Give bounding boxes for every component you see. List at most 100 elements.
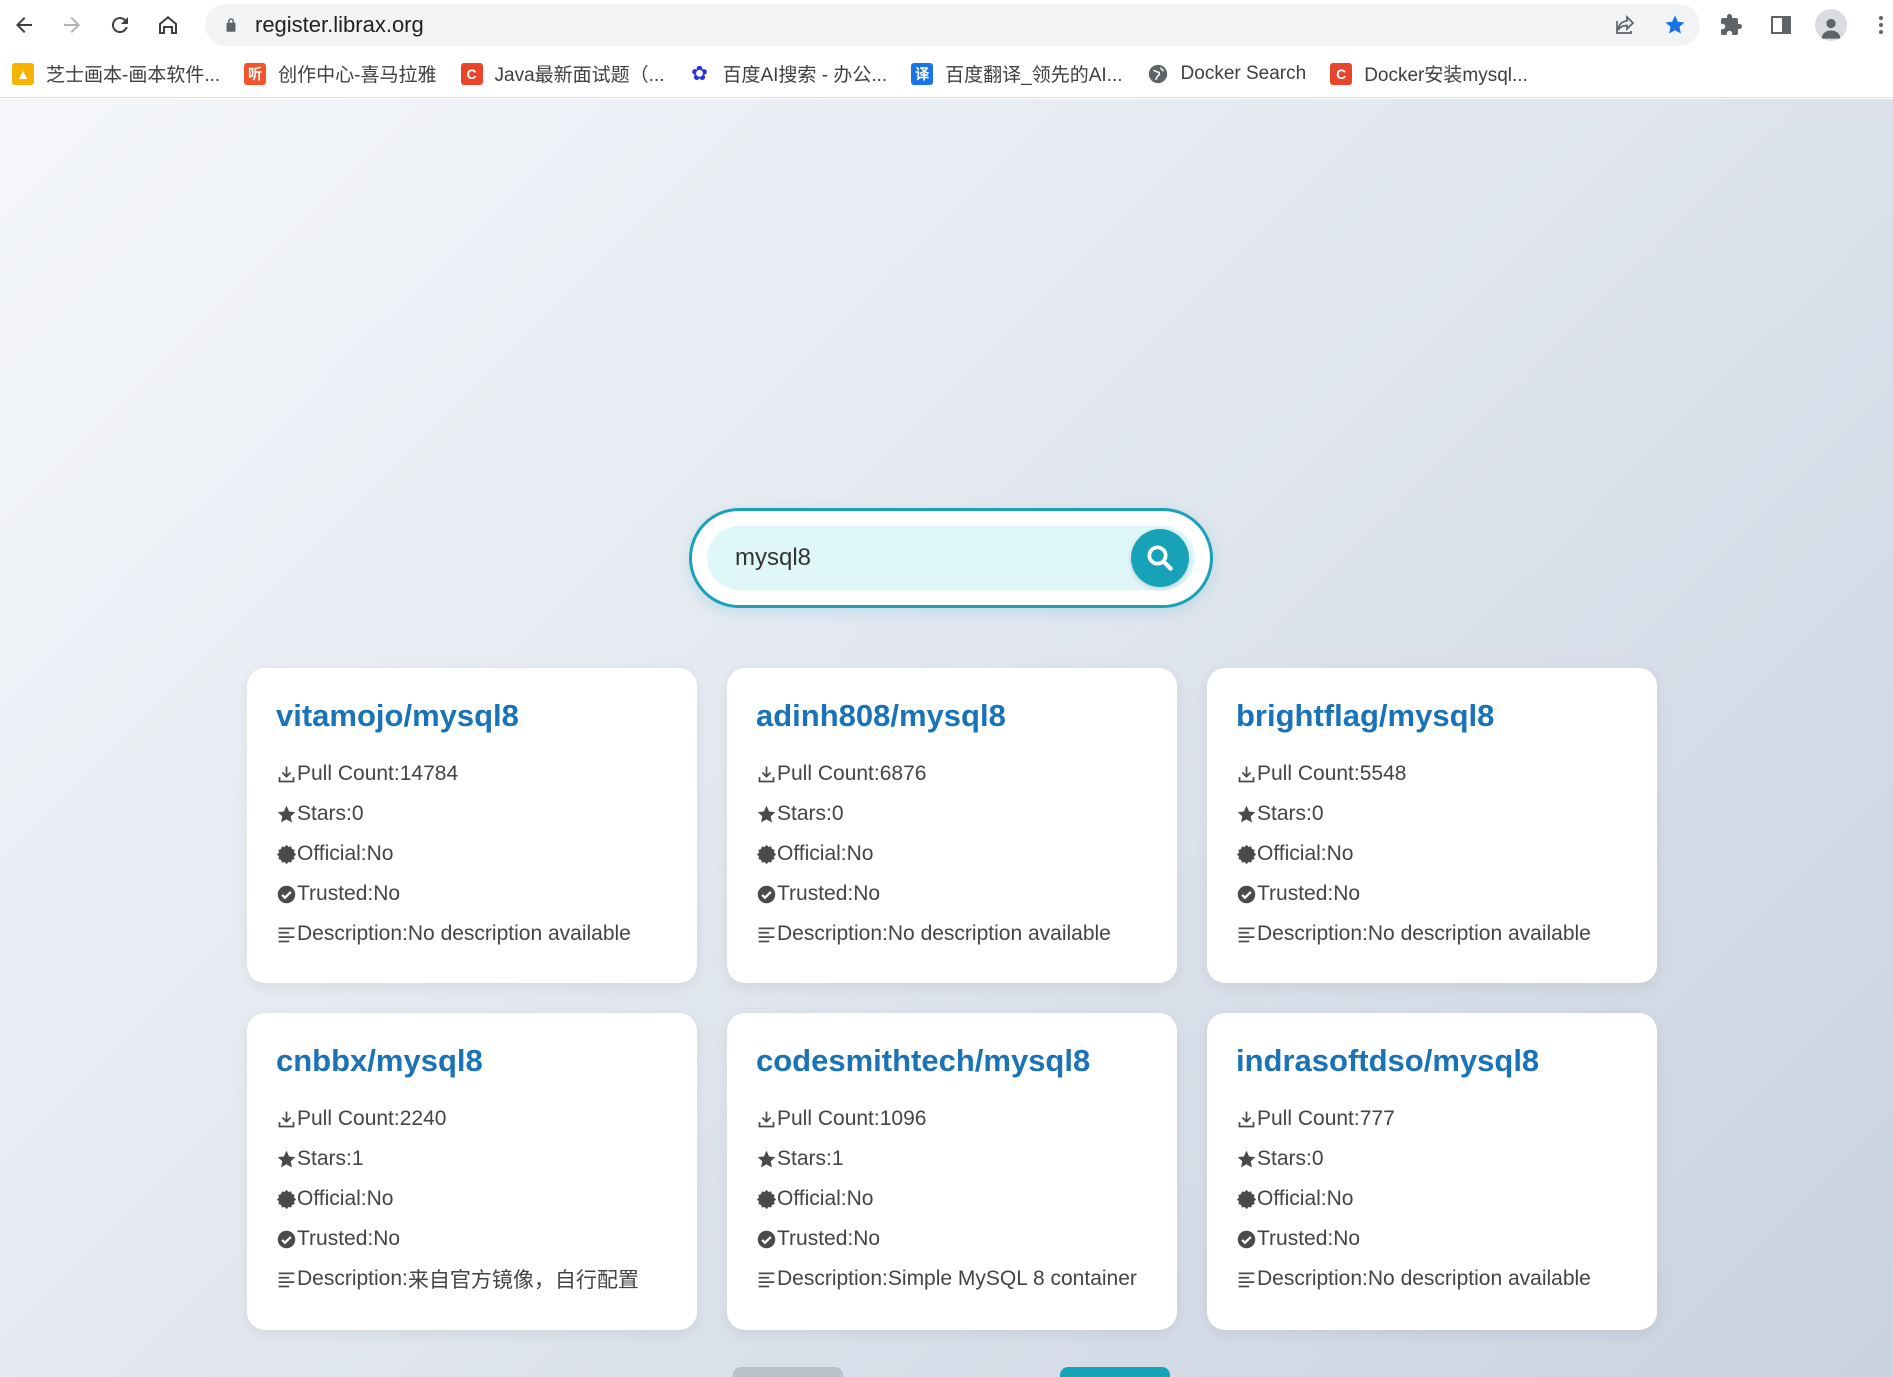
description-row: Description: No description available bbox=[1236, 914, 1628, 954]
image-name-link[interactable]: indrasoftdso/mysql8 bbox=[1236, 1043, 1628, 1079]
browser-toolbar: register.librax.org bbox=[0, 0, 1893, 50]
result-card: adinh808/mysql8 Pull Count: 6876 Stars: … bbox=[727, 668, 1177, 983]
check-circle-icon bbox=[277, 885, 296, 903]
baidu-icon: ✿ bbox=[691, 63, 708, 85]
trusted-row: Trusted: No bbox=[756, 1219, 1148, 1259]
official-row: Official: No bbox=[1236, 1179, 1628, 1219]
description-value: No description available bbox=[407, 922, 631, 945]
check-circle-icon bbox=[1237, 1230, 1256, 1248]
pull-count-value: 2240 bbox=[399, 1107, 447, 1130]
official-row: Official: No bbox=[1236, 834, 1628, 874]
bookmarks-bar: ▲ 芝士画本-画本软件... 听 创作中心-喜马拉雅 C Java最新面试题（.… bbox=[0, 50, 1893, 98]
reload-button[interactable] bbox=[96, 1, 144, 49]
certificate-icon bbox=[276, 844, 297, 864]
star-icon bbox=[757, 1150, 776, 1167]
pull-count-value: 1096 bbox=[879, 1107, 927, 1130]
bookmark-label: 芝士画本-画本软件... bbox=[46, 65, 221, 86]
description-label: Description: bbox=[777, 1267, 888, 1290]
download-icon bbox=[278, 1111, 295, 1127]
side-panel-icon[interactable] bbox=[1765, 9, 1797, 41]
search-input[interactable] bbox=[735, 544, 1125, 572]
certificate-icon bbox=[1236, 844, 1257, 864]
official-label: Official: bbox=[777, 842, 847, 865]
download-icon bbox=[1238, 1111, 1255, 1127]
globe-icon bbox=[1147, 63, 1169, 85]
bookmark-item[interactable]: Docker Search bbox=[1147, 63, 1306, 85]
back-button[interactable] bbox=[0, 1, 48, 49]
description-label: Description: bbox=[297, 1267, 408, 1290]
forward-arrow-icon bbox=[64, 17, 80, 33]
share-icon[interactable] bbox=[1612, 12, 1638, 38]
profile-avatar-icon[interactable] bbox=[1815, 9, 1847, 41]
bookmark-star-icon[interactable] bbox=[1662, 12, 1688, 38]
official-label: Official: bbox=[1257, 842, 1327, 865]
back-arrow-icon bbox=[16, 17, 32, 33]
pull-count-row: Pull Count: 777 bbox=[1236, 1099, 1628, 1139]
bookmark-item[interactable]: C Docker安装mysql... bbox=[1330, 60, 1528, 87]
pull-count-label: Pull Count: bbox=[777, 1107, 880, 1130]
download-icon bbox=[758, 1111, 775, 1127]
image-name-link[interactable]: codesmithtech/mysql8 bbox=[756, 1043, 1148, 1079]
trusted-label: Trusted: bbox=[777, 1227, 854, 1250]
check-circle-icon bbox=[757, 1230, 776, 1248]
pull-count-value: 777 bbox=[1359, 1107, 1395, 1130]
url-text[interactable]: register.librax.org bbox=[255, 12, 424, 38]
trusted-row: Trusted: No bbox=[276, 874, 668, 914]
download-icon bbox=[758, 766, 775, 782]
csdn-icon: C bbox=[1330, 62, 1353, 85]
menu-kebab-icon[interactable] bbox=[1865, 9, 1893, 41]
image-name-link[interactable]: vitamojo/mysql8 bbox=[276, 698, 668, 734]
trusted-row: Trusted: No bbox=[276, 1219, 668, 1259]
star-icon bbox=[277, 1150, 296, 1167]
trusted-label: Trusted: bbox=[297, 1227, 374, 1250]
bookmark-label: 百度翻译_领先的AI... bbox=[945, 65, 1123, 86]
bookmark-item[interactable]: 听 创作中心-喜马拉雅 bbox=[244, 60, 437, 87]
official-value: No bbox=[366, 842, 394, 865]
previous-page-button[interactable] bbox=[733, 1367, 843, 1377]
star-icon bbox=[277, 805, 296, 822]
pull-count-label: Pull Count: bbox=[777, 762, 880, 785]
description-value: No description available bbox=[887, 922, 1111, 945]
star-icon bbox=[1237, 1150, 1256, 1167]
align-left-icon bbox=[1238, 1272, 1255, 1287]
align-left-icon bbox=[758, 927, 775, 942]
next-page-button[interactable] bbox=[1060, 1367, 1170, 1377]
trusted-value: No bbox=[1333, 882, 1361, 905]
stars-value: 1 bbox=[831, 1147, 844, 1170]
address-bar[interactable]: register.librax.org bbox=[205, 4, 1700, 46]
trusted-value: No bbox=[373, 882, 401, 905]
star-icon bbox=[757, 805, 776, 822]
stars-value: 0 bbox=[1311, 802, 1324, 825]
description-row: Description: No description available bbox=[756, 914, 1148, 954]
image-name-link[interactable]: cnbbx/mysql8 bbox=[276, 1043, 668, 1079]
pull-count-row: Pull Count: 2240 bbox=[276, 1099, 668, 1139]
forward-button[interactable] bbox=[48, 1, 96, 49]
trusted-value: No bbox=[1333, 1227, 1361, 1250]
description-label: Description: bbox=[1257, 1267, 1368, 1290]
lock-icon[interactable] bbox=[221, 15, 241, 35]
home-button[interactable] bbox=[144, 1, 192, 49]
search-box bbox=[689, 508, 1213, 608]
official-label: Official: bbox=[297, 842, 367, 865]
image-name-link[interactable]: brightflag/mysql8 bbox=[1236, 698, 1628, 734]
stars-row: Stars: 0 bbox=[756, 794, 1148, 834]
csdn-icon: C bbox=[460, 62, 483, 85]
bookmark-item[interactable]: ✿ 百度AI搜索 - 办公... bbox=[688, 60, 887, 87]
image-name-link[interactable]: adinh808/mysql8 bbox=[756, 698, 1148, 734]
download-icon bbox=[1238, 766, 1255, 782]
stars-label: Stars: bbox=[1257, 1147, 1312, 1170]
description-value: No description available bbox=[1367, 1267, 1591, 1290]
bookmark-item[interactable]: 译 百度翻译_领先的AI... bbox=[911, 60, 1123, 87]
extensions-icon[interactable] bbox=[1715, 9, 1747, 41]
description-label: Description: bbox=[297, 922, 408, 945]
description-value: 来自官方镜像，自行配置 bbox=[407, 1269, 639, 1292]
pull-count-label: Pull Count: bbox=[1257, 762, 1360, 785]
check-circle-icon bbox=[277, 1230, 296, 1248]
trusted-label: Trusted: bbox=[297, 882, 374, 905]
stars-label: Stars: bbox=[1257, 802, 1312, 825]
pull-count-row: Pull Count: 14784 bbox=[276, 754, 668, 794]
bookmark-item[interactable]: ▲ 芝士画本-画本软件... bbox=[12, 60, 220, 87]
search-button[interactable] bbox=[1131, 529, 1189, 587]
certificate-icon bbox=[1236, 1189, 1257, 1209]
bookmark-item[interactable]: C Java最新面试题（... bbox=[460, 60, 664, 87]
